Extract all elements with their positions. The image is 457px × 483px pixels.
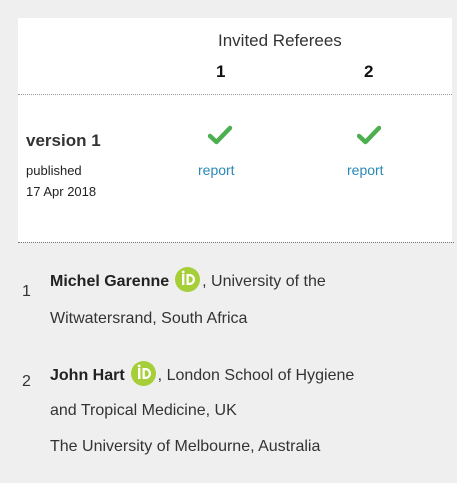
referee-status-table — [18, 18, 452, 242]
referee-2-affiliation-2: and Tropical Medicine, UK — [50, 402, 237, 419]
orcid-icon[interactable] — [175, 267, 201, 292]
referee-number-1: 1 — [22, 283, 31, 300]
referee-1-affiliation-1: , University of the — [202, 273, 326, 290]
orcid-icon[interactable] — [130, 361, 156, 386]
version-label: version 1 — [26, 131, 101, 150]
invited-referees-heading: Invited Referees — [218, 31, 342, 50]
referee-1-line-1: Michel Garenne , University of the — [50, 267, 326, 292]
referee-status-panel: Invited Referees 1 2 version 1 published… — [0, 0, 457, 483]
referee-column-1: 1 — [216, 62, 226, 81]
check-icon — [208, 125, 232, 145]
referee-2-affiliation-1: , London School of Hygiene — [157, 367, 355, 384]
report-link-referee-2[interactable]: report — [347, 162, 384, 178]
published-date: 17 Apr 2018 — [26, 184, 97, 199]
referee-number-2: 2 — [22, 373, 31, 390]
table-divider — [18, 242, 454, 243]
referee-2-affiliation-3: The University of Melbourne, Australia — [50, 438, 321, 455]
referee-1-name: Michel Garenne — [50, 273, 170, 290]
header-divider — [18, 94, 452, 95]
check-icon — [357, 125, 381, 145]
published-label: published — [26, 163, 82, 178]
referee-2-line-1: John Hart , London School of Hygiene — [50, 361, 354, 386]
referee-column-2: 2 — [364, 62, 374, 81]
report-link-referee-1[interactable]: report — [198, 162, 235, 178]
referee-1-affiliation-2: Witwatersrand, South Africa — [50, 310, 248, 327]
referee-2-name: John Hart — [50, 367, 125, 384]
